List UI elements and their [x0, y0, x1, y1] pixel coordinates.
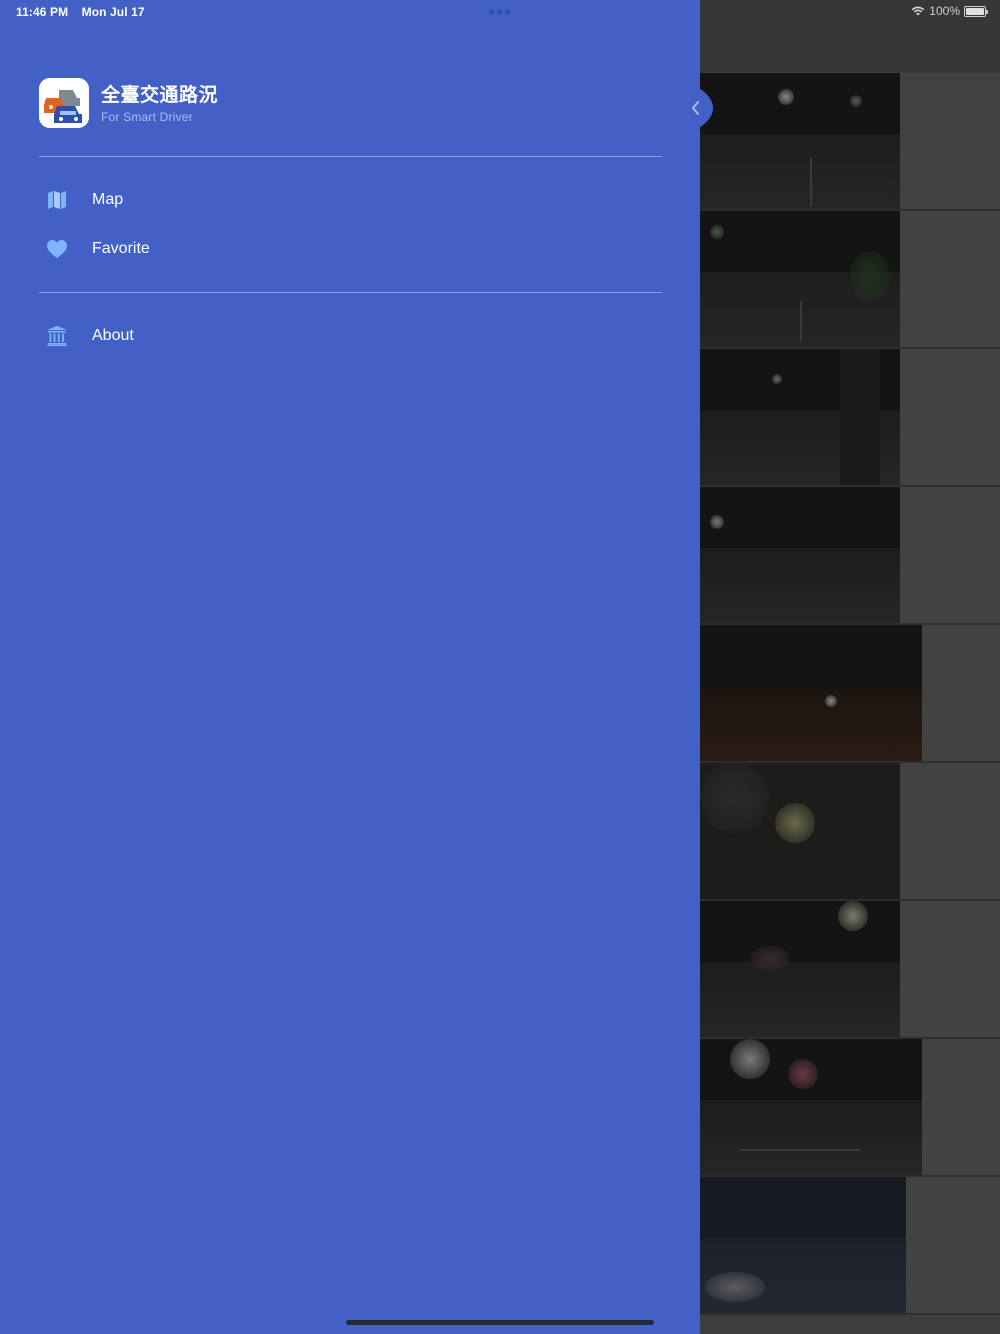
status-time: 11:46 PM — [16, 5, 69, 19]
menu-item-favorite[interactable]: Favorite — [39, 229, 662, 269]
camera-snapshot — [700, 487, 900, 623]
camera-snapshot — [700, 763, 900, 899]
battery-icon — [964, 5, 988, 17]
camera-list-item[interactable] — [700, 487, 1000, 625]
home-indicator[interactable] — [346, 1320, 654, 1325]
app-logo — [39, 78, 89, 128]
camera-list-item[interactable] — [700, 901, 1000, 1039]
divider — [39, 292, 662, 293]
menu-item-about[interactable]: About — [39, 316, 662, 356]
camera-list-item[interactable] — [700, 1039, 1000, 1177]
status-bar-right: 100% — [911, 4, 988, 18]
menu-item-label: Map — [92, 191, 124, 208]
menu-item-map[interactable]: Map — [39, 180, 662, 220]
menu-item-label: Favorite — [92, 240, 150, 257]
menu-item-label: About — [92, 327, 134, 344]
camera-snapshot — [700, 901, 900, 1037]
camera-list-item[interactable] — [700, 1177, 1000, 1315]
bank-icon — [39, 324, 75, 348]
camera-snapshot — [700, 73, 900, 209]
battery-percentage: 100% — [929, 4, 960, 18]
status-date: Mon Jul 17 — [81, 5, 145, 19]
app-title: 全臺交通路況 — [101, 85, 219, 106]
camera-snapshot — [700, 211, 900, 347]
map-icon — [39, 188, 75, 212]
camera-snapshot — [700, 625, 922, 761]
multitasking-menu-icon[interactable] — [489, 10, 510, 15]
app-tagline: For Smart Driver — [101, 110, 193, 124]
side-drawer: 全臺交通路況 For Smart Driver Map Favorite Abo… — [0, 0, 700, 1334]
camera-list-item[interactable] — [700, 763, 1000, 901]
camera-snapshot — [700, 1039, 922, 1175]
wifi-icon — [911, 6, 925, 16]
camera-snapshot — [700, 349, 900, 485]
camera-snapshot — [700, 1177, 906, 1313]
camera-list-item[interactable] — [700, 625, 1000, 763]
heart-icon — [39, 237, 75, 261]
camera-list-item[interactable] — [700, 349, 1000, 487]
camera-list-item[interactable] — [700, 211, 1000, 349]
camera-list-item[interactable] — [700, 73, 1000, 211]
status-bar-left: 11:46 PM Mon Jul 17 — [16, 5, 155, 19]
divider — [39, 156, 662, 157]
drawer-collapse-tab[interactable] — [683, 85, 717, 131]
